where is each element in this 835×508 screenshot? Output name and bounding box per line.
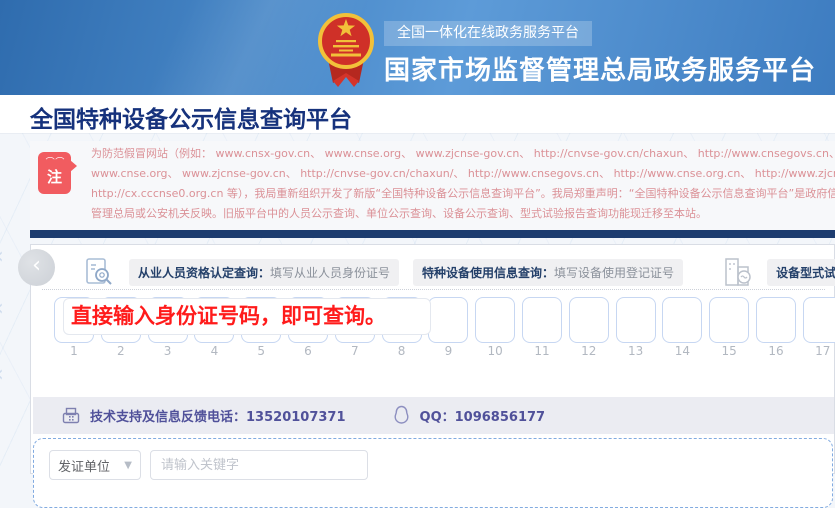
decorative-chevron: ‹	[0, 250, 4, 264]
digit-number: 2	[101, 344, 141, 358]
id-digit-box-10[interactable]	[475, 297, 515, 343]
notice-line: www.cnse.org、 www.zjcnse-gov.cn、 http://…	[91, 164, 835, 184]
id-digit-box-16[interactable]	[756, 297, 796, 343]
id-digit-box-13[interactable]	[616, 297, 656, 343]
digit-number: 7	[335, 344, 375, 358]
note-badge-icon: ⌒ ⌒ 注	[38, 152, 71, 194]
digit-number: 10	[475, 344, 515, 358]
chevron-down-icon: ▼	[124, 460, 132, 471]
digit-number: 6	[288, 344, 328, 358]
id-digit-box-15[interactable]	[709, 297, 749, 343]
digit-number: 3	[148, 344, 188, 358]
note-badge-label: 注	[38, 169, 71, 185]
digit-number: 8	[382, 344, 422, 358]
query-tab-row: 从业人员资格认定查询：填写从业人员身份证号 特种设备使用信息查询：填写设备使用登…	[31, 252, 835, 292]
issuing-unit-select-value: 发证单位	[58, 456, 110, 475]
support-qq-text: QQ：1096856177	[420, 406, 546, 425]
notice-line: 管理总局或公安机关反映。旧版平台中的人员公示查询、单位公示查询、设备公示查询、型…	[91, 204, 835, 224]
anti-fake-notice: ⌒ ⌒ 注 为防范假冒网站（例如： www.cnsx-gov.cn、 www.c…	[30, 141, 835, 230]
decorative-chevron: ‹	[0, 302, 4, 316]
notice-line: http://cx.cccnse0.org.cn 等），我局重新组织开发了新版“…	[91, 184, 835, 204]
national-emblem-icon	[316, 7, 376, 89]
id-input-hint: 直接输入身份证号码，即可查询。	[63, 298, 431, 335]
tab-type-test-report-query[interactable]: 设备型式试验报告和证书查询：填写	[767, 259, 835, 286]
query-card: ‹ 从业人员资格认定查询：填写从业人员身份证号 特种设备使用信息查询：填写设备使…	[30, 244, 835, 474]
id-digit-box-12[interactable]	[569, 297, 609, 343]
tab-hint: 填写设备使用登记证号	[554, 266, 674, 280]
support-phone-text: 技术支持及信息反馈电话：13520107371	[90, 406, 346, 425]
support-bar: 技术支持及信息反馈电话：13520107371 QQ：1096856177	[33, 397, 834, 434]
tab-hint: 填写从业人员身份证号	[270, 266, 390, 280]
issuing-unit-select[interactable]: 发证单位 ▼	[49, 450, 141, 480]
section-divider-bar	[30, 230, 835, 238]
document-search-icon	[83, 256, 115, 288]
tab-label: 特种设备使用信息查询：	[422, 266, 554, 280]
platform-subtitle-banner: 全国一体化在线政务服务平台	[384, 21, 592, 46]
digit-number: 5	[241, 344, 281, 358]
digit-number: 16	[756, 344, 796, 358]
keyword-input[interactable]	[150, 450, 368, 480]
notice-line: 为防范假冒网站（例如： www.cnsx-gov.cn、 www.cnse.or…	[91, 144, 835, 164]
notice-text: 为防范假冒网站（例如： www.cnsx-gov.cn、 www.cnse.or…	[91, 144, 835, 224]
tab-personnel-query[interactable]: 从业人员资格认定查询：填写从业人员身份证号	[129, 259, 399, 286]
digit-number: 15	[709, 344, 749, 358]
qq-icon	[392, 405, 411, 426]
dotted-separator	[42, 289, 825, 290]
digit-number: 17	[803, 344, 835, 358]
digit-number: 12	[569, 344, 609, 358]
digit-number: 14	[662, 344, 702, 358]
digit-number: 1	[54, 344, 94, 358]
id-digit-box-17[interactable]	[803, 297, 835, 343]
decorative-chevron: ‹	[0, 368, 4, 382]
site-title: 国家市场监督管理总局政务服务平台	[384, 50, 816, 87]
tab-label: 从业人员资格认定查询：	[138, 266, 270, 280]
page-title-strip: 全国特种设备公示信息查询平台	[0, 95, 835, 134]
digit-number: 11	[522, 344, 562, 358]
digit-number: 4	[194, 344, 234, 358]
id-digit-box-9[interactable]	[428, 297, 468, 343]
digit-number: 13	[616, 344, 656, 358]
tab-label: 设备型式试验报告和证书查询：	[776, 266, 835, 280]
building-icon	[723, 255, 753, 289]
person-query-panel: 发证单位 ▼	[33, 438, 833, 508]
tab-equipment-usage-query[interactable]: 特种设备使用信息查询：填写设备使用登记证号	[413, 259, 683, 286]
id-digit-box-11[interactable]	[522, 297, 562, 343]
site-header: 全国一体化在线政务服务平台 国家市场监督管理总局政务服务平台	[0, 0, 835, 95]
page-title: 全国特种设备公示信息查询平台	[30, 100, 352, 134]
id-digit-box-14[interactable]	[662, 297, 702, 343]
fax-phone-icon	[61, 406, 81, 426]
digit-number: 9	[428, 344, 468, 358]
